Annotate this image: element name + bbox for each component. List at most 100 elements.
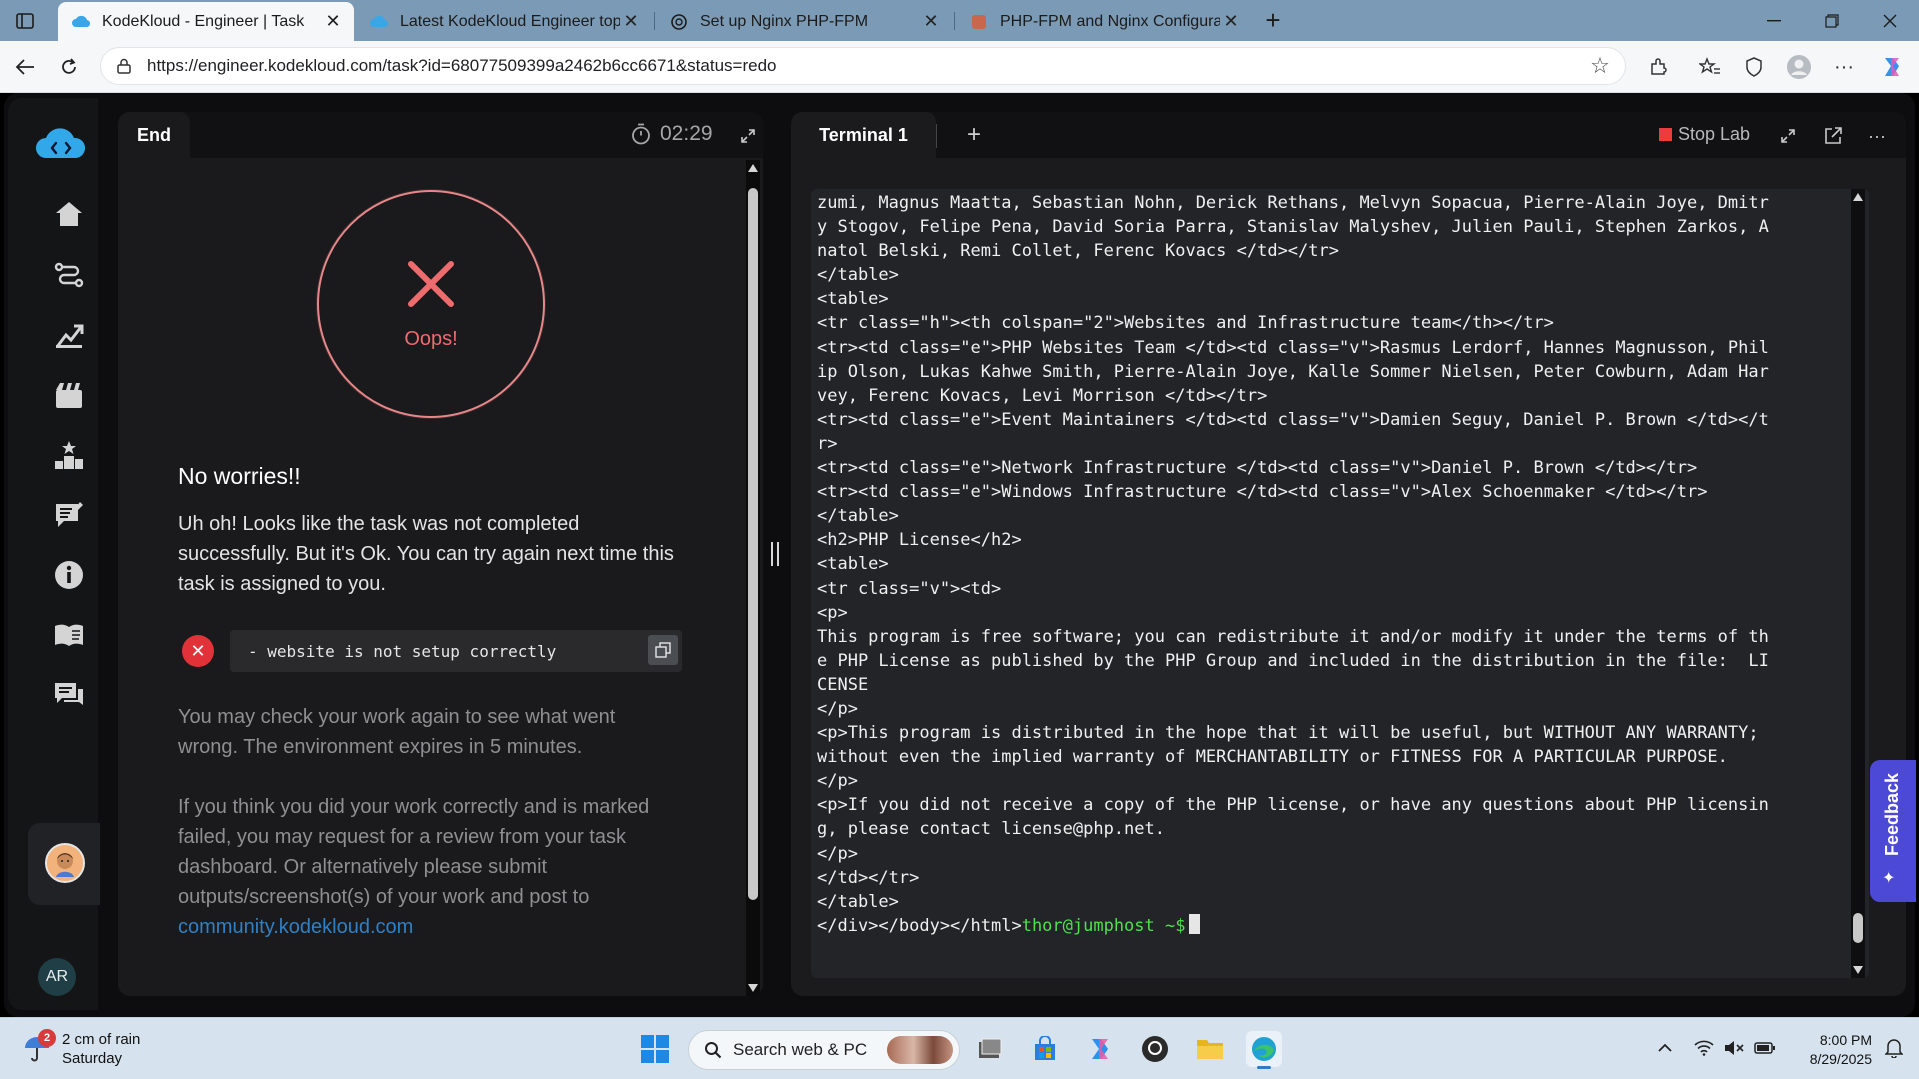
terminal-line: </p> (817, 843, 858, 864)
sidebar-item-progress[interactable] (52, 318, 86, 352)
address-bar[interactable]: https://engineer.kodekloud.com/task?id=6… (100, 47, 1626, 85)
tab-end[interactable]: End (118, 112, 190, 158)
close-tab-icon[interactable]: ✕ (1220, 11, 1242, 33)
profile-avatar-icon[interactable] (1783, 52, 1815, 82)
new-tab-button[interactable]: + (1258, 5, 1288, 35)
restore-window-icon[interactable] (1803, 0, 1861, 41)
error-box: - website is not setup correctly (230, 630, 682, 672)
weather-widget[interactable]: 2 2 cm of rain Saturday (22, 1029, 140, 1068)
microsoft-store-icon[interactable] (1027, 1031, 1063, 1067)
browser-tab-nginx-php-fpm[interactable]: Set up Nginx PHP-FPM ✕ (656, 2, 952, 41)
reload-icon[interactable] (54, 52, 84, 82)
sidebar-item-roadmap[interactable] (52, 258, 86, 292)
terminal-line: <table> (817, 554, 889, 575)
sidebar-item-courses[interactable] (52, 378, 86, 412)
browser-tab-kodekloud-task[interactable]: KodeKloud - Engineer | Task ✕ (58, 2, 354, 41)
minimize-window-icon[interactable] (1745, 0, 1803, 41)
url-text[interactable]: https://engineer.kodekloud.com/task?id=6… (147, 56, 1585, 76)
copilot-icon[interactable] (1876, 52, 1908, 82)
tab-terminal-1[interactable]: Terminal 1 (791, 112, 936, 158)
claude-favicon-icon (970, 13, 988, 31)
favorite-star-icon[interactable]: ☆ (1585, 53, 1615, 79)
sidebar-item-leaderboard[interactable] (52, 438, 86, 472)
terminal-line: <tr><td class="e">Event Maintainers </td… (817, 409, 1769, 430)
close-tab-icon[interactable]: ✕ (322, 11, 344, 33)
sidebar-item-info[interactable] (52, 558, 86, 592)
github-icon[interactable] (1137, 1031, 1173, 1067)
more-options-icon[interactable]: ··· (1865, 124, 1889, 148)
show-hidden-icons-chevron-icon[interactable] (1653, 1036, 1677, 1060)
user-initials-avatar[interactable]: AR (38, 958, 76, 996)
terminal-line: </table> (817, 891, 899, 912)
favorites-icon[interactable] (1694, 52, 1726, 82)
sidebar-item-tasks[interactable] (52, 498, 86, 532)
back-arrow-icon[interactable] (10, 52, 40, 82)
browser-tab-kodekloud-topics[interactable]: Latest KodeKloud Engineer topics ✕ (356, 2, 652, 41)
shell-prompt: thor@jumphost ~$ (1021, 915, 1186, 936)
notifications-bell-icon[interactable] (1882, 1036, 1906, 1060)
open-external-icon[interactable] (1821, 124, 1845, 148)
scroll-up-arrow-icon[interactable] (748, 164, 758, 172)
feedback-button[interactable]: Feedback ✦ (1870, 760, 1916, 902)
scroll-up-arrow-icon[interactable] (1853, 193, 1863, 201)
battery-icon[interactable] (1753, 1036, 1777, 1060)
wifi-icon[interactable] (1692, 1036, 1716, 1060)
result-message: Uh oh! Looks like the task was not compl… (178, 513, 674, 595)
windows-start-icon[interactable] (640, 1034, 670, 1064)
terminal-last-output: </div></body></html> (817, 915, 1022, 936)
scroll-thumb[interactable] (748, 188, 758, 900)
scroll-thumb[interactable] (1853, 913, 1863, 943)
expand-icon[interactable] (1776, 124, 1800, 148)
taskbar-search[interactable]: Search web & PC (688, 1030, 960, 1070)
more-options-icon[interactable]: ··· (1828, 52, 1860, 82)
extensions-puzzle-icon[interactable] (1643, 52, 1675, 82)
task-view-icon[interactable] (972, 1031, 1008, 1067)
close-window-icon[interactable] (1861, 0, 1919, 41)
sidebar-item-home[interactable] (52, 197, 86, 231)
terminal-lines: zumi, Magnus Maatta, Sebastian Nohn, Der… (817, 191, 1857, 938)
error-row: ✕ - website is not setup correctly (182, 629, 684, 673)
close-tab-icon[interactable]: ✕ (620, 11, 642, 33)
tab-actions-icon[interactable] (10, 8, 40, 34)
sidebar-item-docs[interactable] (52, 618, 86, 652)
terminal-prompt-line: </div></body></html>thor@jumphost ~$ (817, 913, 1857, 938)
stop-lab-button[interactable]: Stop Lab (1659, 124, 1750, 145)
system-clock[interactable]: 8:00 PM 8/29/2025 (1788, 1031, 1872, 1069)
panel-resize-handle[interactable] (771, 542, 779, 566)
tab-title: Set up Nginx PHP-FPM (700, 12, 869, 30)
active-app-indicator (1257, 1066, 1271, 1069)
sidebar-item-messages[interactable] (52, 678, 86, 712)
terminal-line: <h2>PHP License</h2> (817, 530, 1022, 551)
terminal-scrollbar[interactable] (1851, 189, 1865, 978)
edge-browser-icon[interactable] (1246, 1031, 1282, 1069)
tab-separator (654, 12, 655, 30)
chatgpt-favicon-icon (670, 13, 688, 31)
close-tab-icon[interactable]: ✕ (920, 11, 942, 33)
umbrella-icon: 2 (22, 1029, 56, 1065)
search-placeholder: Search web & PC (733, 1040, 868, 1059)
scroll-down-arrow-icon[interactable] (1853, 966, 1863, 974)
windows-taskbar: 2 2 cm of rain Saturday Search web & PC (0, 1017, 1919, 1079)
community-link[interactable]: community.kodekloud.com (178, 916, 413, 938)
kodekloud-logo-icon[interactable] (34, 126, 88, 162)
failure-x-icon (405, 258, 457, 310)
copilot-app-icon[interactable] (1082, 1031, 1118, 1067)
site-info-lock-icon[interactable] (113, 58, 135, 74)
copy-icon[interactable] (648, 635, 678, 665)
add-terminal-button[interactable]: + (959, 120, 989, 150)
scroll-down-arrow-icon[interactable] (748, 984, 758, 992)
terminal-line: natol Belski, Remi Collet, Ferenc Kovacs… (817, 241, 1339, 262)
browser-essentials-shield-icon[interactable] (1738, 52, 1770, 82)
expand-icon[interactable] (738, 126, 758, 146)
tab-separator (954, 12, 955, 30)
terminal-line: y Stogov, Felipe Pena, David Soria Parra… (817, 217, 1769, 238)
terminal-cursor (1189, 913, 1201, 934)
terminal-output[interactable]: zumi, Magnus Maatta, Sebastian Nohn, Der… (811, 189, 1869, 978)
avatar[interactable] (45, 843, 85, 883)
file-explorer-icon[interactable] (1192, 1031, 1228, 1067)
volume-muted-icon[interactable] (1722, 1036, 1746, 1060)
terminal-line: </table> (817, 265, 899, 286)
browser-tab-php-fpm-nginx-config[interactable]: PHP-FPM and Nginx Configuratio ✕ (956, 2, 1252, 41)
user-avatar-card[interactable] (28, 823, 100, 905)
left-panel-scrollbar[interactable] (746, 160, 760, 996)
